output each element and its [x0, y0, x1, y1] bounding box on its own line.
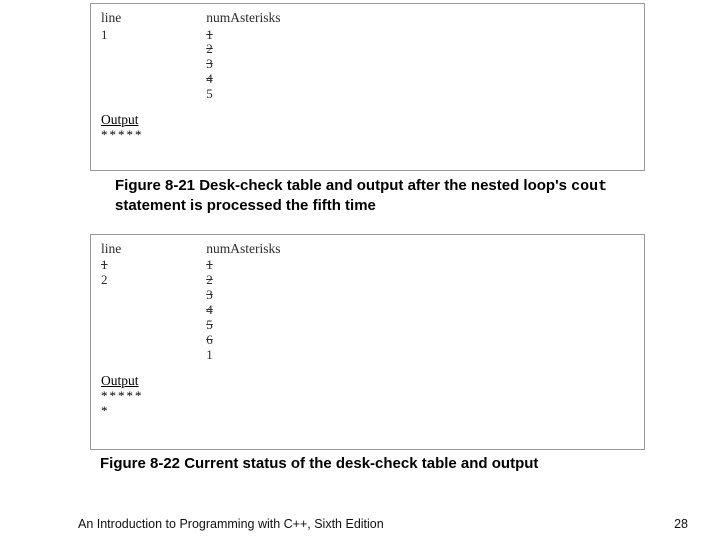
col-header-line: line [101, 10, 121, 26]
output-line: ***** [101, 389, 634, 404]
cell-value: 1 [101, 258, 121, 273]
table2-col-line: line 12 [101, 241, 121, 363]
cell-value: 6 [206, 333, 280, 348]
output-line: * [101, 404, 634, 419]
cell-value: 4 [206, 72, 280, 87]
cell-value: 1 [206, 348, 280, 363]
col-header-numasterisks: numAsterisks [206, 241, 280, 257]
desk-check-table-1: line 1 numAsterisks 12345 Output ***** [90, 3, 645, 171]
table2-line-values: 12 [101, 258, 121, 288]
output-line: ***** [101, 128, 634, 143]
caption1-suffix: statement is processed the fifth time [115, 197, 376, 214]
cell-value: 3 [206, 57, 280, 72]
table2-output: ****** [101, 389, 634, 419]
col-header-line: line [101, 241, 121, 257]
cell-value: 4 [206, 303, 280, 318]
cell-value: 1 [101, 28, 121, 43]
table2-numasterisks-values: 1234561 [206, 258, 280, 363]
cell-value: 5 [206, 87, 280, 102]
caption1-prefix: Figure 8-21 Desk-check table and output … [115, 177, 571, 194]
table1-output: ***** [101, 128, 634, 143]
cell-value: 3 [206, 288, 280, 303]
footer-book-title: An Introduction to Programming with C++,… [78, 517, 384, 531]
table2-col-numasterisks: numAsterisks 1234561 [206, 241, 280, 363]
table1-line-values: 1 [101, 28, 121, 43]
table2-columns: line 12 numAsterisks 1234561 [101, 241, 634, 363]
cell-value: 1 [206, 258, 280, 273]
figure-caption-1: Figure 8-21 Desk-check table and output … [115, 177, 630, 216]
col-header-numasterisks: numAsterisks [206, 10, 280, 26]
cell-value: 2 [101, 273, 121, 288]
cell-value: 1 [206, 28, 280, 43]
desk-check-table-2: line 12 numAsterisks 1234561 Output ****… [90, 234, 645, 450]
cell-value: 2 [206, 42, 280, 57]
output-label: Output [101, 112, 634, 128]
output-label: Output [101, 373, 634, 389]
table1-col-numasterisks: numAsterisks 12345 [206, 10, 280, 102]
caption1-code: cout [571, 178, 607, 195]
cell-value: 5 [206, 318, 280, 333]
table1-col-line: line 1 [101, 10, 121, 102]
footer-page-number: 28 [674, 517, 688, 531]
table1-columns: line 1 numAsterisks 12345 [101, 10, 634, 102]
cell-value: 2 [206, 273, 280, 288]
figure-caption-2: Figure 8-22 Current status of the desk-c… [100, 455, 720, 472]
table1-numasterisks-values: 12345 [206, 28, 280, 103]
